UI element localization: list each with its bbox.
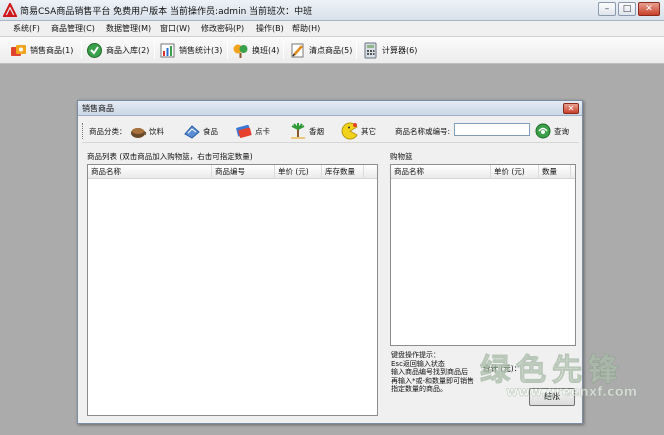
col-unit-price[interactable]: 单价 (元)	[275, 165, 322, 179]
menu-data-management[interactable]: 数据管理(M)	[106, 23, 151, 34]
category-other-button[interactable]: 其它	[341, 121, 376, 141]
toolbar-inventory-label: 清点商品(5)	[309, 45, 353, 55]
query-label: 查询	[554, 126, 569, 136]
col-cart-qty[interactable]: 数量	[539, 165, 571, 179]
total-label: 合计 (元)：	[483, 364, 522, 373]
tips-line: 输入商品编号找到商品后	[391, 368, 468, 377]
calculator-icon	[364, 42, 377, 58]
search-label: 商品名称或编号:	[395, 127, 451, 136]
toolbar-stats-button[interactable]: 销售统计(3)	[159, 39, 222, 61]
window-title: 简易CSA商品销售平台 免费用户版本 当前操作员:admin 当前班次：中班	[20, 7, 313, 17]
minimize-button[interactable]: –	[598, 2, 616, 16]
checkout-button[interactable]: 结帐	[529, 388, 575, 406]
sell-icon	[11, 44, 26, 56]
product-list-label: 商品列表 (双击商品加入购物篮，右击可指定数量)	[87, 152, 253, 161]
main-toolbar: 销售商品(1) 商品入库(2) 销售统计(3) 换班(4) 清点商品(5) 计算…	[0, 37, 664, 64]
cigarette-icon	[291, 123, 305, 139]
category-food-button[interactable]: 食品	[183, 121, 218, 141]
menu-system[interactable]: 系统(F)	[13, 23, 40, 34]
app-logo-icon	[3, 3, 17, 17]
menu-product-management[interactable]: 商品管理(C)	[51, 23, 95, 34]
other-icon	[341, 122, 358, 140]
close-button[interactable]: ✕	[638, 2, 660, 16]
toolbar-calculator-button[interactable]: 计算器(6)	[362, 39, 417, 61]
window-titlebar: 简易CSA商品销售平台 免费用户版本 当前操作员:admin 当前班次：中班 –…	[0, 0, 664, 21]
dialog-close-button[interactable]: ✕	[563, 103, 579, 114]
tips-title: 键盘操作提示：	[391, 351, 440, 359]
stats-icon	[160, 43, 175, 57]
card-icon	[236, 124, 252, 138]
col-cart-unit-price[interactable]: 单价 (元)	[491, 165, 539, 179]
food-icon	[184, 125, 200, 139]
dialog-title: 销售商品	[82, 104, 114, 113]
search-input[interactable]	[454, 123, 530, 136]
toolbar-stats-label: 销售统计(3)	[179, 45, 223, 55]
menu-operation[interactable]: 操作(B)	[256, 23, 284, 34]
category-toolbar: 商品分类： 饮料 食品 点卡 香烟 其它 商品名称或编号: 查询	[82, 120, 579, 143]
menu-bar: 系统(F) 商品管理(C) 数据管理(M) 窗口(W) 修改密码(P) 操作(B…	[0, 21, 664, 37]
toolbar-stock-in-label: 商品入库(2)	[106, 45, 150, 55]
menu-change-password[interactable]: 修改密码(P)	[201, 23, 244, 34]
inventory-icon	[291, 43, 304, 57]
stock-in-icon	[87, 42, 102, 58]
tips-line: Esc返回输入状态	[391, 359, 445, 368]
sell-products-dialog: 销售商品 ✕ 商品分类： 饮料 食品 点卡 香烟 其它 商品名称或编号: 查询 …	[77, 100, 583, 424]
toolbar-sell-label: 销售商品(1)	[30, 45, 74, 55]
drink-icon	[131, 128, 147, 138]
product-list-header: 商品名称 商品编号 单价 (元) 库存数量	[88, 165, 377, 179]
toolbar-stock-in-button[interactable]: 商品入库(2)	[86, 39, 149, 61]
toolbar-shift-label: 换班(4)	[252, 45, 280, 55]
col-product-name[interactable]: 商品名称	[88, 165, 212, 179]
keyboard-tips: 键盘操作提示： Esc返回输入状态 输入商品编号找到商品后 再输入*或-和数量即…	[391, 351, 495, 394]
category-card-label: 点卡	[255, 126, 270, 136]
category-label: 商品分类：	[89, 127, 127, 136]
toolbar-calculator-label: 计算器(6)	[382, 45, 418, 55]
category-drink-label: 饮料	[149, 126, 164, 136]
category-cigarette-label: 香烟	[309, 126, 324, 136]
shift-icon	[233, 44, 248, 58]
toolbar-grip	[82, 123, 84, 139]
query-icon	[535, 123, 551, 139]
query-button[interactable]: 查询	[534, 121, 569, 141]
toolbar-inventory-button[interactable]: 清点商品(5)	[289, 39, 352, 61]
menu-window[interactable]: 窗口(W)	[160, 23, 190, 34]
toolbar-shift-button[interactable]: 换班(4)	[232, 39, 279, 61]
col-cart-product-name[interactable]: 商品名称	[391, 165, 491, 179]
category-drink-button[interactable]: 饮料	[129, 121, 164, 141]
category-cigarette-button[interactable]: 香烟	[289, 121, 324, 141]
category-card-button[interactable]: 点卡	[235, 121, 270, 141]
maximize-button[interactable]: □	[618, 2, 636, 16]
menu-help[interactable]: 帮助(H)	[292, 23, 320, 34]
col-product-code[interactable]: 商品编号	[212, 165, 275, 179]
col-stock-qty[interactable]: 库存数量	[322, 165, 364, 179]
product-list[interactable]: 商品名称 商品编号 单价 (元) 库存数量	[87, 164, 378, 416]
cart-list-header: 商品名称 单价 (元) 数量	[391, 165, 575, 179]
tips-line: 指定数量的商品。	[391, 385, 447, 394]
toolbar-sell-button[interactable]: 销售商品(1)	[10, 39, 73, 61]
category-other-label: 其它	[361, 126, 376, 136]
cart-label: 购物篮	[390, 152, 413, 161]
category-food-label: 食品	[203, 126, 218, 136]
dialog-titlebar: 销售商品 ✕	[78, 101, 582, 116]
cart-list[interactable]: 商品名称 单价 (元) 数量	[390, 164, 576, 346]
